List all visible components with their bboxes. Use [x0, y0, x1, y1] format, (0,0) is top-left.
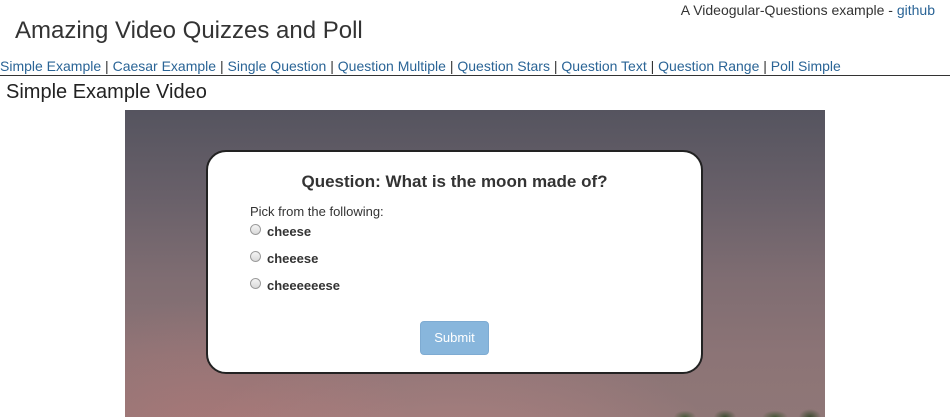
nav-separator: |	[326, 58, 338, 74]
example-nav: Simple Example | Caesar Example | Single…	[0, 58, 950, 76]
nav-link-poll-simple[interactable]: Poll Simple	[771, 58, 841, 74]
quiz-option-1[interactable]: cheese	[250, 222, 311, 240]
quiz-option-3[interactable]: cheeeeeese	[250, 276, 340, 294]
nav-link-simple-example[interactable]: Simple Example	[0, 58, 101, 74]
example-credit-text: A Videogular-Questions example -	[680, 2, 897, 18]
video-frame-foliage	[665, 405, 825, 417]
nav-separator: |	[445, 58, 458, 74]
quiz-option-label: cheese	[267, 223, 312, 239]
example-credit: A Videogular-Questions example - github	[681, 2, 935, 18]
nav-link-question-stars[interactable]: Question Stars	[457, 58, 550, 74]
nav-link-question-range[interactable]: Question Range	[658, 58, 759, 74]
quiz-option-2[interactable]: cheeese	[250, 249, 318, 267]
nav-link-caesar-example[interactable]: Caesar Example	[113, 58, 217, 74]
page-title: Amazing Video Quizzes and Poll	[15, 17, 363, 44]
video-title: Simple Example Video	[6, 81, 207, 103]
quiz-option-label: cheeeeeese	[267, 277, 341, 293]
nav-separator: |	[646, 58, 659, 74]
radio-button[interactable]	[250, 277, 261, 289]
nav-separator: |	[216, 58, 228, 74]
submit-button[interactable]: Submit	[420, 321, 489, 355]
quiz-prompt: Pick from the following:	[250, 204, 384, 219]
nav-separator: |	[759, 58, 771, 74]
quiz-option-label: cheeese	[267, 250, 319, 266]
quiz-overlay: Question: What is the moon made of? Pick…	[206, 150, 703, 374]
nav-link-question-multiple[interactable]: Question Multiple	[338, 58, 446, 74]
github-link[interactable]: github	[897, 2, 935, 18]
nav-link-single-question[interactable]: Single Question	[228, 58, 327, 74]
nav-separator: |	[101, 58, 113, 74]
nav-link-question-text[interactable]: Question Text	[561, 58, 646, 74]
radio-button[interactable]	[250, 223, 261, 235]
video-player[interactable]: Question: What is the moon made of? Pick…	[125, 110, 825, 417]
radio-button[interactable]	[250, 250, 261, 262]
quiz-question: Question: What is the moon made of?	[301, 172, 608, 191]
nav-separator: |	[549, 58, 562, 74]
